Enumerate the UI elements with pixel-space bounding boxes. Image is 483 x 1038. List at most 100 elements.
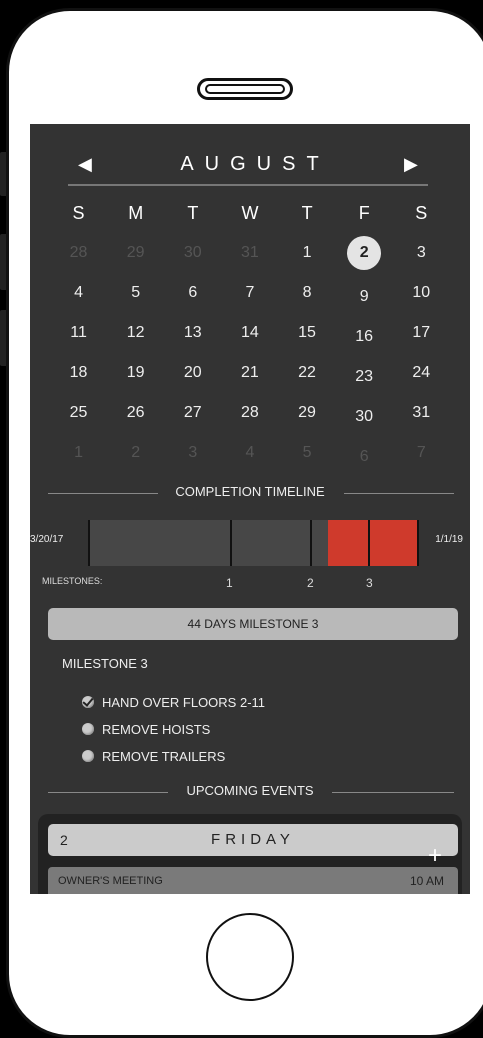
calendar-day[interactable]: 20 bbox=[164, 354, 221, 394]
calendar-day[interactable]: 16 bbox=[336, 314, 393, 354]
calendar-day[interactable]: 31 bbox=[393, 394, 450, 434]
calendar-day[interactable]: 9 bbox=[336, 274, 393, 314]
timeline-remaining-segment bbox=[328, 520, 417, 566]
calendar-day[interactable]: 28 bbox=[50, 234, 107, 274]
calendar-day-label: 19 bbox=[126, 364, 145, 381]
calendar-day[interactable]: 31 bbox=[221, 234, 278, 274]
calendar-day[interactable]: 3 bbox=[393, 234, 450, 274]
calendar-day-label: 6 bbox=[188, 284, 198, 301]
task-item[interactable]: REMOVE HOISTS bbox=[82, 719, 210, 739]
calendar-day[interactable]: 26 bbox=[107, 394, 164, 434]
heading-rule-right bbox=[332, 792, 454, 793]
calendar-day-label: 18 bbox=[69, 364, 88, 381]
milestone-1-label[interactable]: 1 bbox=[226, 576, 233, 590]
calendar-day-label: 8 bbox=[302, 284, 312, 301]
checkbox-icon[interactable] bbox=[82, 723, 94, 735]
heading-rule-left bbox=[48, 493, 158, 494]
calendar-day-label: 5 bbox=[302, 444, 312, 461]
phone-speaker bbox=[197, 78, 293, 100]
calendar-day[interactable]: 23 bbox=[336, 354, 393, 394]
task-item[interactable]: HAND OVER FLOORS 2-11 bbox=[82, 692, 265, 712]
milestone-title: MILESTONE 3 bbox=[62, 656, 148, 671]
calendar-day[interactable]: 24 bbox=[393, 354, 450, 394]
weekday-label: S bbox=[415, 203, 428, 223]
calendar-day-label: 30 bbox=[355, 408, 374, 425]
calendar-day[interactable]: 27 bbox=[164, 394, 221, 434]
calendar-day-label: 21 bbox=[241, 364, 259, 381]
calendar-day[interactable]: 21 bbox=[221, 354, 278, 394]
calendar-day-label: 1 bbox=[302, 244, 312, 261]
calendar-day[interactable]: 29 bbox=[279, 394, 336, 434]
home-button[interactable] bbox=[206, 913, 294, 1001]
calendar-day[interactable]: 12 bbox=[107, 314, 164, 354]
calendar-day[interactable]: 1 bbox=[279, 234, 336, 274]
calendar-day-label: 25 bbox=[69, 404, 88, 421]
calendar-day-label: 20 bbox=[183, 364, 202, 381]
calendar-day[interactable]: 30 bbox=[336, 394, 393, 434]
checked-checkbox-icon[interactable] bbox=[82, 696, 94, 708]
calendar-day[interactable]: 7 bbox=[393, 434, 450, 474]
calendar-day[interactable]: 17 bbox=[393, 314, 450, 354]
calendar-day-label: 4 bbox=[74, 284, 84, 301]
calendar-day[interactable]: 5 bbox=[279, 434, 336, 474]
calendar-day-selected[interactable]: 2 bbox=[336, 234, 393, 274]
event-item[interactable]: OWNER'S MEETING 10 AM bbox=[48, 867, 458, 894]
upcoming-events-heading: UPCOMING EVENTS bbox=[30, 783, 470, 803]
month-header: ◀ AUGUST ▶ bbox=[30, 148, 470, 180]
event-day-header[interactable]: 2 FRIDAY bbox=[48, 824, 458, 856]
calendar-day[interactable]: 6 bbox=[336, 434, 393, 474]
milestone-2-label[interactable]: 2 bbox=[307, 576, 314, 590]
weekday-label: S bbox=[72, 203, 85, 223]
calendar-week-row: 11 12 13 14 15 16 17 bbox=[50, 314, 450, 354]
calendar-day[interactable]: 2 bbox=[107, 434, 164, 474]
calendar-day[interactable]: 7 bbox=[221, 274, 278, 314]
calendar-day[interactable]: 22 bbox=[279, 354, 336, 394]
calendar-day[interactable]: 6 bbox=[164, 274, 221, 314]
calendar-day[interactable]: 10 bbox=[393, 274, 450, 314]
next-month-icon[interactable]: ▶ bbox=[404, 148, 418, 180]
calendar-day[interactable]: 19 bbox=[107, 354, 164, 394]
calendar-day-label: 28 bbox=[69, 244, 88, 261]
calendar-day[interactable]: 28 bbox=[221, 394, 278, 434]
calendar-day-label: 17 bbox=[412, 324, 431, 341]
calendar-day-label: 12 bbox=[126, 324, 145, 341]
weekday-label: W bbox=[241, 203, 259, 223]
task-item[interactable]: REMOVE TRAILERS bbox=[82, 746, 225, 766]
calendar-day[interactable]: 13 bbox=[164, 314, 221, 354]
calendar-day[interactable]: 14 bbox=[221, 314, 278, 354]
calendar-day[interactable]: 29 bbox=[107, 234, 164, 274]
weekday-label: M bbox=[128, 203, 144, 223]
milestone-1-tick bbox=[230, 520, 232, 566]
calendar-day-label: 24 bbox=[412, 364, 431, 381]
calendar-day[interactable]: 30 bbox=[164, 234, 221, 274]
calendar-day[interactable]: 3 bbox=[164, 434, 221, 474]
calendar-day-label: 6 bbox=[359, 448, 369, 465]
completion-timeline-title: COMPLETION TIMELINE bbox=[165, 484, 335, 499]
calendar-day-label: 22 bbox=[298, 364, 316, 381]
calendar-day[interactable]: 11 bbox=[50, 314, 107, 354]
calendar-day[interactable]: 5 bbox=[107, 274, 164, 314]
calendar-day[interactable]: 4 bbox=[221, 434, 278, 474]
calendar-grid: S M T W T F S 28 29 30 31 1 2 3 4 5 6 7 8 9 10 11 12 13 1… bbox=[50, 194, 450, 474]
calendar-day-label: 3 bbox=[416, 244, 426, 261]
calendar-day[interactable]: 15 bbox=[279, 314, 336, 354]
checkbox-icon[interactable] bbox=[82, 750, 94, 762]
event-name: OWNER'S MEETING bbox=[58, 875, 163, 887]
calendar-day-label: 29 bbox=[126, 244, 145, 261]
weekday-label: T bbox=[301, 203, 313, 223]
calendar-day-label: 9 bbox=[359, 288, 369, 305]
completion-timeline-heading: COMPLETION TIMELINE bbox=[30, 484, 470, 504]
days-to-milestone-bar[interactable]: 44 DAYS MILESTONE 3 bbox=[48, 608, 458, 640]
calendar-day[interactable]: 1 bbox=[50, 434, 107, 474]
calendar-day-label: 28 bbox=[241, 404, 259, 421]
calendar-day-label: 11 bbox=[70, 324, 87, 341]
calendar-day[interactable]: 25 bbox=[50, 394, 107, 434]
calendar-week-row: 1 2 3 4 5 6 7 bbox=[50, 434, 450, 474]
add-event-icon[interactable]: + bbox=[428, 844, 442, 868]
milestone-3-label[interactable]: 3 bbox=[366, 576, 373, 590]
calendar-day[interactable]: 8 bbox=[279, 274, 336, 314]
calendar-week-row: 18 19 20 21 22 23 24 bbox=[50, 354, 450, 394]
calendar-day-label: 5 bbox=[131, 284, 141, 301]
calendar-day[interactable]: 4 bbox=[50, 274, 107, 314]
calendar-day[interactable]: 18 bbox=[50, 354, 107, 394]
